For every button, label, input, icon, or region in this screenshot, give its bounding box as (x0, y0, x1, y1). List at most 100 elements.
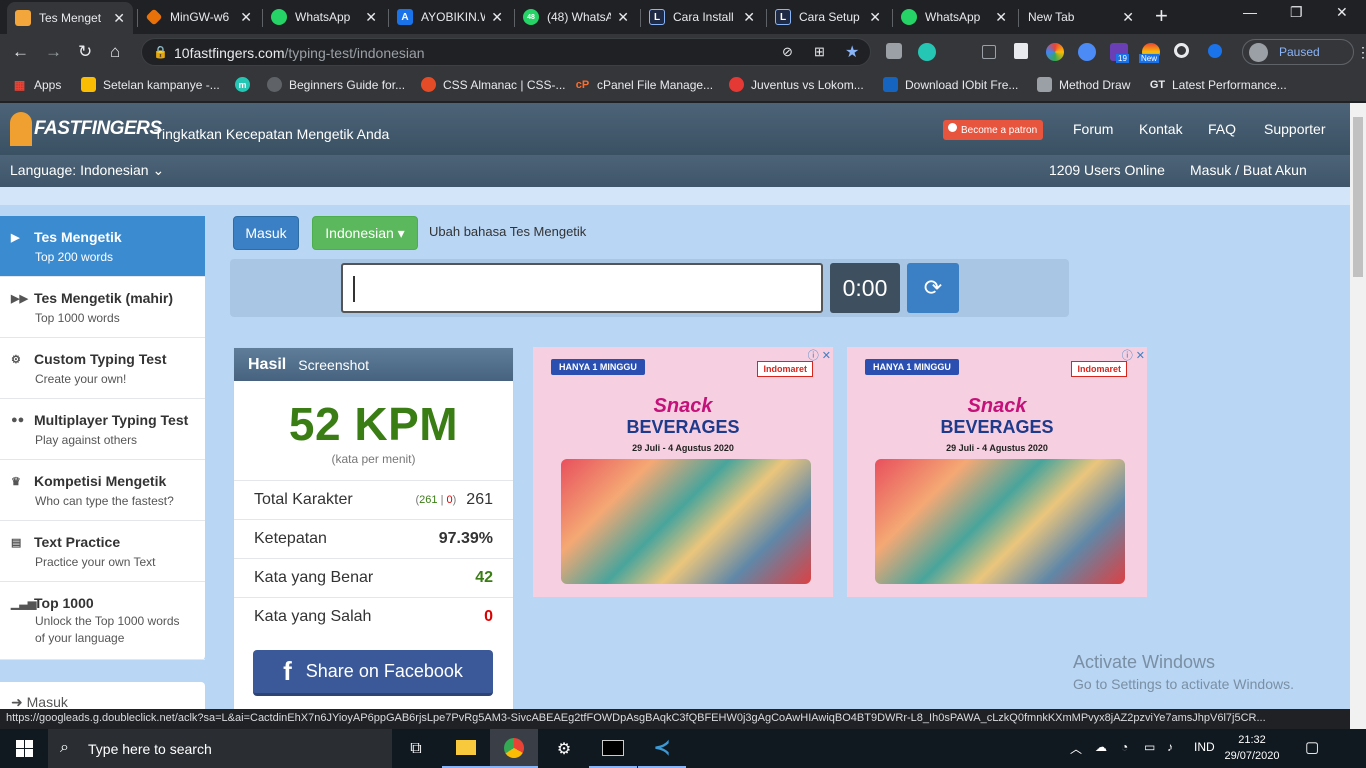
input-language[interactable]: IND (1194, 740, 1215, 754)
tab-close-icon[interactable]: ✕ (1122, 9, 1134, 26)
bookmark-iobit[interactable]: Download IObit Fre... (883, 77, 1018, 92)
onedrive-cloud-icon[interactable]: ☁ (1095, 740, 1107, 754)
menu-kebab-icon[interactable]: ⋮ (1356, 42, 1366, 62)
notification-center-icon[interactable]: ▢ (1305, 738, 1319, 756)
bookmark-m[interactable]: m (235, 77, 257, 92)
language-dropdown[interactable]: Indonesian ▾ (312, 216, 418, 250)
tab-close-icon[interactable]: ✕ (491, 9, 503, 26)
new-tab-plus-icon[interactable]: + (1155, 5, 1168, 27)
tab-new-tab[interactable]: New Tab ✕ (1020, 3, 1142, 31)
nav-kontak[interactable]: Kontak (1139, 121, 1183, 137)
tab-whatsapp-2[interactable]: WhatsApp ✕ (893, 3, 1015, 31)
screenshot-tab[interactable]: Screenshot (298, 357, 369, 373)
login-link[interactable]: Masuk / Buat Akun (1190, 162, 1307, 178)
sidebar-item-text-practice[interactable]: ▤ Text Practice Practice your own Text (0, 521, 205, 582)
tab-cara-install[interactable]: L Cara Install ✕ (641, 3, 763, 31)
typing-input[interactable] (341, 263, 823, 313)
tab-ayobikin[interactable]: A AYOBIKIN.W ✕ (389, 3, 511, 31)
system-clock[interactable]: 21:32 29/07/2020 (1222, 732, 1282, 764)
cookie-icon[interactable]: ⊘ (782, 44, 793, 60)
bookmark-apps[interactable]: ▦ Apps (12, 77, 62, 92)
masuk-button[interactable]: Masuk (233, 216, 299, 250)
sidebar-item-multiplayer[interactable]: ●● Multiplayer Typing Test Play against o… (0, 399, 205, 460)
extension-gear-icon[interactable] (886, 43, 902, 59)
volume-icon[interactable]: ♪ (1167, 740, 1173, 754)
bookmark-css-almanac[interactable]: CSS Almanac | CSS-... (421, 77, 566, 92)
bookmark-cpanel[interactable]: cP cPanel File Manage... (575, 77, 713, 92)
home-icon[interactable]: ⌂ (110, 42, 120, 62)
sidebar-item-top-1000[interactable]: ▁▃▅ Top 1000 Unlock the Top 1000 words of… (0, 582, 205, 660)
lock-icon: 🔒 (153, 45, 168, 59)
task-view-icon[interactable]: ⧉ (392, 729, 440, 768)
extension-move-icon[interactable] (982, 45, 996, 59)
battery-icon[interactable]: ▭ (1144, 740, 1155, 754)
site-logo[interactable]: FASTFINGERS (10, 109, 162, 149)
tab-close-icon[interactable]: ✕ (995, 9, 1007, 26)
settings-gear-icon[interactable]: ⚙ (540, 729, 588, 768)
advertisement-banner[interactable]: ⓘ ✕ HANYA 1 MINGGU Indomaret Snack BEVER… (533, 347, 833, 597)
indomaret-logo: Indomaret (1071, 361, 1127, 377)
extension-calendar-icon[interactable] (1014, 43, 1028, 59)
bookmark-method-draw[interactable]: Method Draw (1037, 77, 1130, 92)
minimize-icon[interactable]: — (1243, 4, 1257, 20)
tab-whatsapp-48[interactable]: 48 (48) WhatsA ✕ (515, 3, 637, 31)
timer: 0:00 (830, 263, 900, 313)
wifi-icon[interactable]: ◔ (1121, 740, 1128, 754)
forward-arrow-icon[interactable]: → (45, 42, 62, 62)
bookmark-star-icon[interactable]: ★ (845, 42, 859, 62)
language-selector[interactable]: Language: Indonesian ⌄ (10, 162, 164, 179)
file-explorer-icon[interactable] (442, 729, 490, 768)
reload-icon[interactable]: ↻ (78, 42, 92, 62)
close-window-icon[interactable]: ✕ (1336, 4, 1348, 21)
extension-search-icon[interactable] (1208, 44, 1222, 58)
profile-button[interactable]: Paused (1242, 39, 1354, 65)
extension-m-icon[interactable] (918, 43, 936, 61)
extension-color-icon[interactable] (1046, 43, 1064, 61)
tab-close-icon[interactable]: ✕ (113, 10, 125, 27)
extension-circle-icon[interactable] (1174, 43, 1189, 58)
restart-button[interactable]: ⟳ (907, 263, 959, 313)
taskbar-search[interactable]: ⌕ Type here to search (48, 729, 392, 768)
translate-icon[interactable]: ⊞ (814, 44, 825, 60)
tab-cara-setup[interactable]: L Cara Setup ✕ (767, 3, 889, 31)
tab-close-icon[interactable]: ✕ (240, 9, 252, 26)
tab-mingw[interactable]: MinGW-w6 ✕ (138, 3, 260, 31)
sidebar-item-kompetisi[interactable]: ♛ Kompetisi Mengetik Who can type the fas… (0, 460, 205, 521)
nav-faq[interactable]: FAQ (1208, 121, 1236, 137)
sidebar-item-tes-mahir[interactable]: ▶▶ Tes Mengetik (mahir) Top 1000 words (0, 277, 205, 338)
status-bar-url: https://googleads.g.doubleclick.net/aclk… (0, 709, 1333, 729)
tab-close-icon[interactable]: ✕ (365, 9, 377, 26)
sidebar-item-custom-test[interactable]: ⚙ Custom Typing Test Create your own! (0, 338, 205, 399)
tray-chevron-up-icon[interactable]: ︿ (1070, 740, 1082, 757)
scrollbar-thumb[interactable] (1353, 117, 1363, 277)
sidebar-login[interactable]: ➜ Masuk (0, 682, 205, 709)
tab-whatsapp[interactable]: WhatsApp ✕ (263, 3, 385, 31)
search-icon: ⌕ (60, 739, 69, 756)
sidebar-item-tes-mengetik[interactable]: ▶ Tes Mengetik Top 200 words (0, 216, 205, 277)
advertisement-banner-2[interactable]: ⓘ ✕ HANYA 1 MINGGU Indomaret Snack BEVER… (847, 347, 1147, 597)
tab-close-icon[interactable]: ✕ (617, 9, 629, 26)
terminal-icon[interactable] (589, 729, 637, 768)
vscode-icon[interactable]: ≺ (638, 729, 686, 768)
tab-close-icon[interactable]: ✕ (869, 9, 881, 26)
tab-typing-test[interactable]: Tes Menget ✕ (7, 2, 133, 34)
share-facebook-button[interactable]: f Share on Facebook (253, 650, 493, 696)
page-scrollbar[interactable] (1350, 103, 1366, 729)
chevron-down-icon: ⌄ (152, 162, 165, 178)
trophy-icon: ♛ (11, 475, 21, 488)
extension-globe-icon[interactable] (1078, 43, 1096, 61)
nav-forum[interactable]: Forum (1073, 121, 1113, 137)
bookmark-performance[interactable]: GT Latest Performance... (1150, 77, 1287, 92)
address-bar[interactable]: 🔒 10fastfingers.com/typing-test/indonesi… (141, 38, 871, 66)
patreon-button[interactable]: Become a patron (943, 120, 1043, 140)
iobit-icon (883, 77, 898, 92)
bookmark-beginners[interactable]: Beginners Guide for... (267, 77, 405, 92)
restore-icon[interactable]: ❐ (1290, 4, 1303, 21)
tab-close-icon[interactable]: ✕ (743, 9, 755, 26)
back-arrow-icon[interactable]: ← (12, 42, 29, 62)
bookmark-juventus[interactable]: Juventus vs Lokom... (729, 77, 864, 92)
chrome-icon[interactable] (490, 729, 538, 768)
bookmark-setelan[interactable]: Setelan kampanye -... (81, 77, 220, 92)
start-button[interactable] (0, 729, 48, 768)
nav-supporter[interactable]: Supporter (1264, 121, 1325, 137)
